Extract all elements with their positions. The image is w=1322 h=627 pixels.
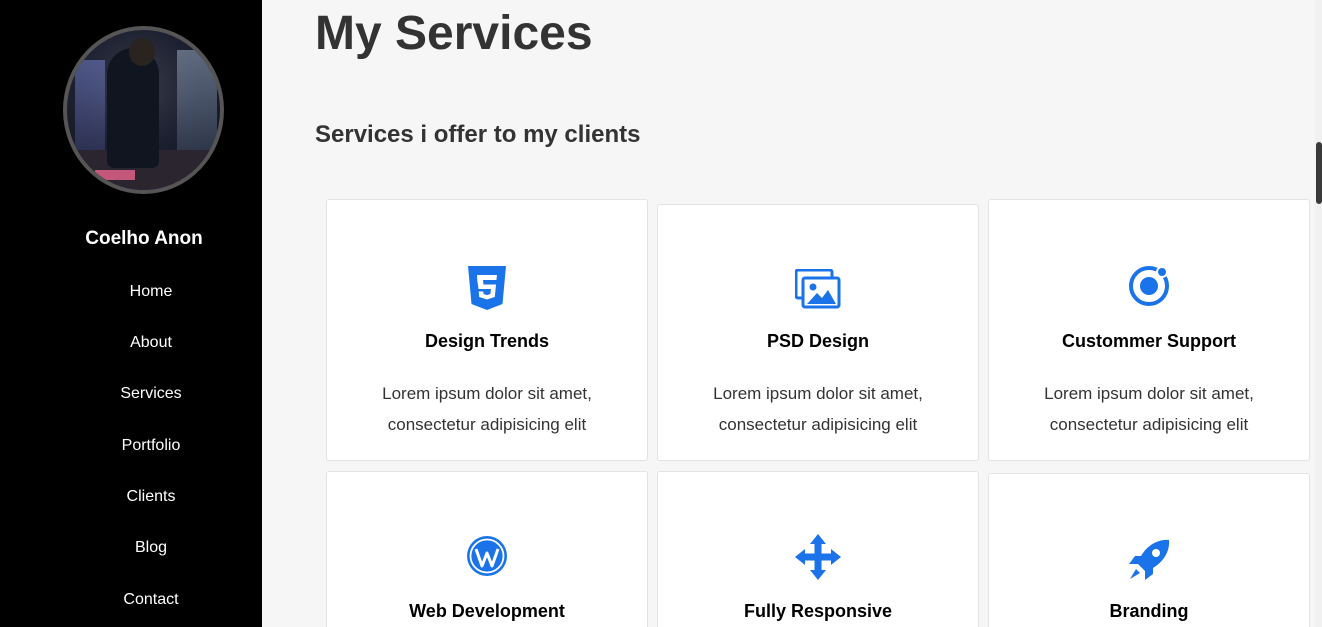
- sidebar: Coelho Anon Home About Services Portfoli…: [0, 0, 262, 627]
- scrollbar-thumb[interactable]: [1316, 142, 1322, 204]
- rocket-icon: [989, 538, 1309, 582]
- wordpress-icon: [327, 535, 647, 577]
- card-title: Fully Responsive: [743, 601, 893, 621]
- avatar: [63, 26, 224, 194]
- nav-about[interactable]: About: [0, 334, 302, 352]
- service-card-custommer-support: Custommer Support Lorem ipsum dolor sit …: [988, 199, 1310, 461]
- service-card-web-development: Web Development: [326, 471, 648, 627]
- card-title: Design Trends: [424, 331, 550, 351]
- card-title: Web Development: [409, 601, 565, 621]
- card-description: Lorem ipsum dolor sit amet, consectetur …: [382, 384, 592, 434]
- nav-contact[interactable]: Contact: [0, 591, 302, 609]
- scrollbar-track[interactable]: [1315, 0, 1322, 627]
- nav-clients[interactable]: Clients: [0, 488, 302, 506]
- section-subtitle: Services i offer to my clients: [315, 121, 641, 148]
- profile-name: Coelho Anon: [85, 228, 203, 249]
- ionic-icon: [989, 264, 1309, 308]
- nav-portfolio[interactable]: Portfolio: [0, 437, 302, 455]
- card-description: Lorem ipsum dolor sit amet, consectetur …: [713, 384, 923, 434]
- images-icon: [658, 269, 978, 309]
- page-title: My Services: [315, 7, 593, 60]
- card-description: Lorem ipsum dolor sit amet, consectetur …: [1044, 384, 1254, 434]
- nav-services[interactable]: Services: [0, 385, 302, 403]
- service-card-psd-design: PSD Design Lorem ipsum dolor sit amet, c…: [657, 204, 979, 461]
- service-card-design-trends: Design Trends Lorem ipsum dolor sit amet…: [326, 199, 648, 461]
- card-title: PSD Design: [766, 331, 870, 351]
- card-title: Branding: [1109, 601, 1189, 621]
- nav-home[interactable]: Home: [0, 283, 302, 301]
- service-card-branding: Branding: [988, 473, 1310, 627]
- arrows-move-icon: [658, 534, 978, 580]
- nav-blog[interactable]: Blog: [0, 539, 302, 557]
- css3-icon: [327, 266, 647, 310]
- service-card-fully-responsive: Fully Responsive: [657, 471, 979, 627]
- card-title: Custommer Support: [1061, 331, 1236, 351]
